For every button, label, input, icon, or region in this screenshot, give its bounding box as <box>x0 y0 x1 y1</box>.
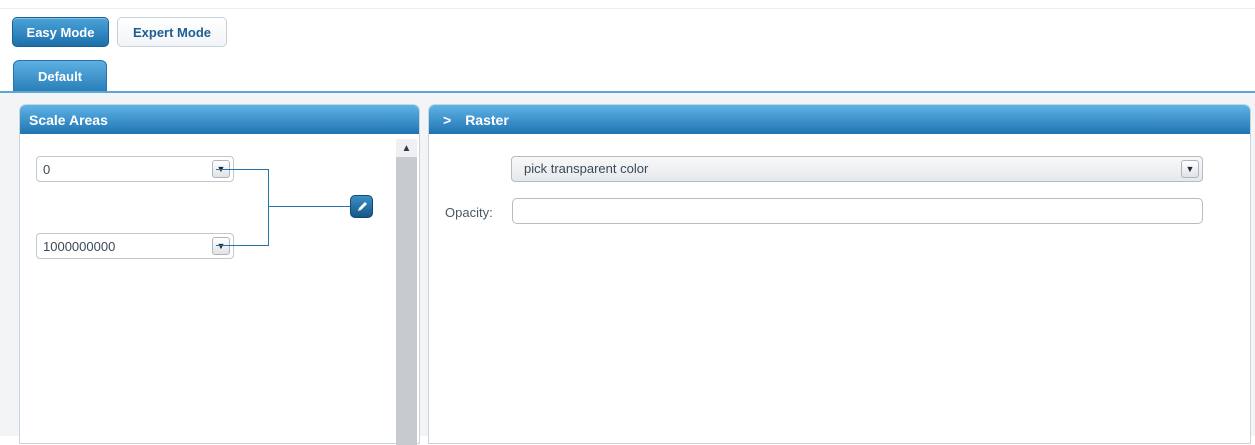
connector-line <box>216 245 269 246</box>
raster-header[interactable]: > Raster <box>429 105 1250 134</box>
scale-areas-header: Scale Areas <box>20 105 419 134</box>
transparent-color-label: pick transparent color <box>524 161 649 176</box>
scroll-up-arrow-icon[interactable]: ▲ <box>396 139 417 157</box>
raster-panel: > Raster pick transparent color ▼ Opacit… <box>428 104 1251 444</box>
scale-areas-title: Scale Areas <box>29 111 108 128</box>
scale-min-value: 0 <box>43 161 51 177</box>
scale-min-select[interactable]: 0 ▼ <box>36 156 234 182</box>
dropdown-arrow-icon[interactable]: ▼ <box>1181 160 1199 178</box>
scale-areas-panel: Scale Areas 0 ▼ 1000000000 ▼ ▲ <box>19 104 420 445</box>
scale-max-select[interactable]: 1000000000 ▼ <box>36 233 234 259</box>
connector-line <box>216 169 269 170</box>
opacity-input[interactable] <box>512 198 1203 224</box>
easy-mode-button[interactable]: Easy Mode <box>12 17 109 47</box>
dropdown-arrow-icon[interactable]: ▼ <box>212 237 230 255</box>
expand-arrow-icon: > <box>443 111 452 128</box>
raster-title: Raster <box>465 111 509 128</box>
edit-scale-button[interactable] <box>350 195 373 218</box>
opacity-label: Opacity: <box>445 205 493 220</box>
scale-list-scrollbar[interactable]: ▲ <box>396 139 417 445</box>
scale-max-value: 1000000000 <box>43 238 116 254</box>
connector-line <box>268 169 269 246</box>
transparent-color-select[interactable]: pick transparent color ▼ <box>511 156 1203 182</box>
expert-mode-button[interactable]: Expert Mode <box>117 17 227 47</box>
connector-line <box>268 206 351 207</box>
tab-default[interactable]: Default <box>13 60 107 91</box>
top-divider <box>0 8 1255 9</box>
pencil-icon <box>357 201 367 211</box>
